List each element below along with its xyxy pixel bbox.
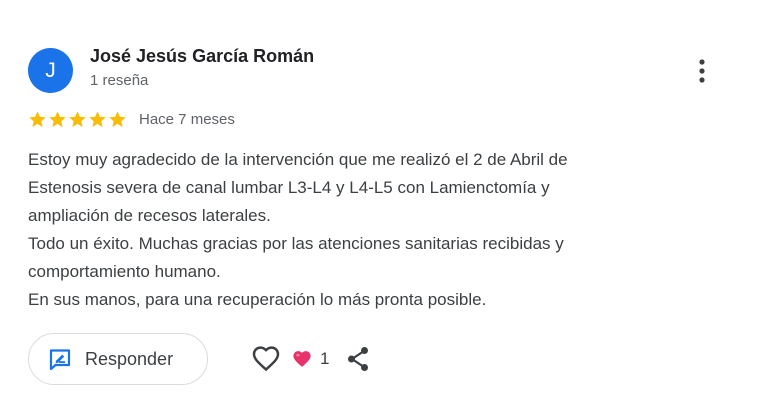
share-button[interactable] [343,341,373,377]
avatar-initial: J [45,58,56,82]
review-text-line: Todo un éxito. Muchas gracias por las at… [28,234,564,253]
reaction-count-button[interactable]: 1 [292,341,329,377]
star-icon [49,110,66,127]
reaction-count: 1 [320,349,330,368]
reply-button-label: Responder [85,348,174,369]
avatar[interactable]: J [28,48,73,93]
review-text-line: comportamiento humano. [28,262,221,281]
rating-row: Hace 7 meses [28,108,235,130]
like-button[interactable] [248,341,284,377]
heart-filled-icon [293,351,311,367]
star-icon [69,110,86,127]
review-text-line: ampliación de recesos laterales. [28,206,271,225]
star-rating [28,110,127,129]
author-review-count: 1 reseña [90,72,149,89]
author-name[interactable]: José Jesús García Román [90,46,314,67]
reply-icon [49,349,71,370]
review-text: Estoy muy agradecido de la intervención … [28,146,718,314]
more-vert-icon [699,59,705,83]
review-text-line: Estoy muy agradecido de la intervención … [28,150,568,169]
share-icon [348,347,369,371]
star-icon [109,110,126,127]
star-icon [29,110,46,127]
review-text-line: En sus manos, para una recuperación lo m… [28,290,487,309]
review-card: J José Jesús García Román 1 reseña Hace … [0,0,757,416]
review-time: Hace 7 meses [139,110,235,128]
more-options-button[interactable] [690,56,714,86]
review-actions: Responder 1 [28,333,373,385]
heart-outline-icon [252,346,280,372]
star-icon [89,110,106,127]
reply-button[interactable]: Responder [28,333,208,385]
review-text-line: Estenosis severa de canal lumbar L3-L4 y… [28,178,550,197]
